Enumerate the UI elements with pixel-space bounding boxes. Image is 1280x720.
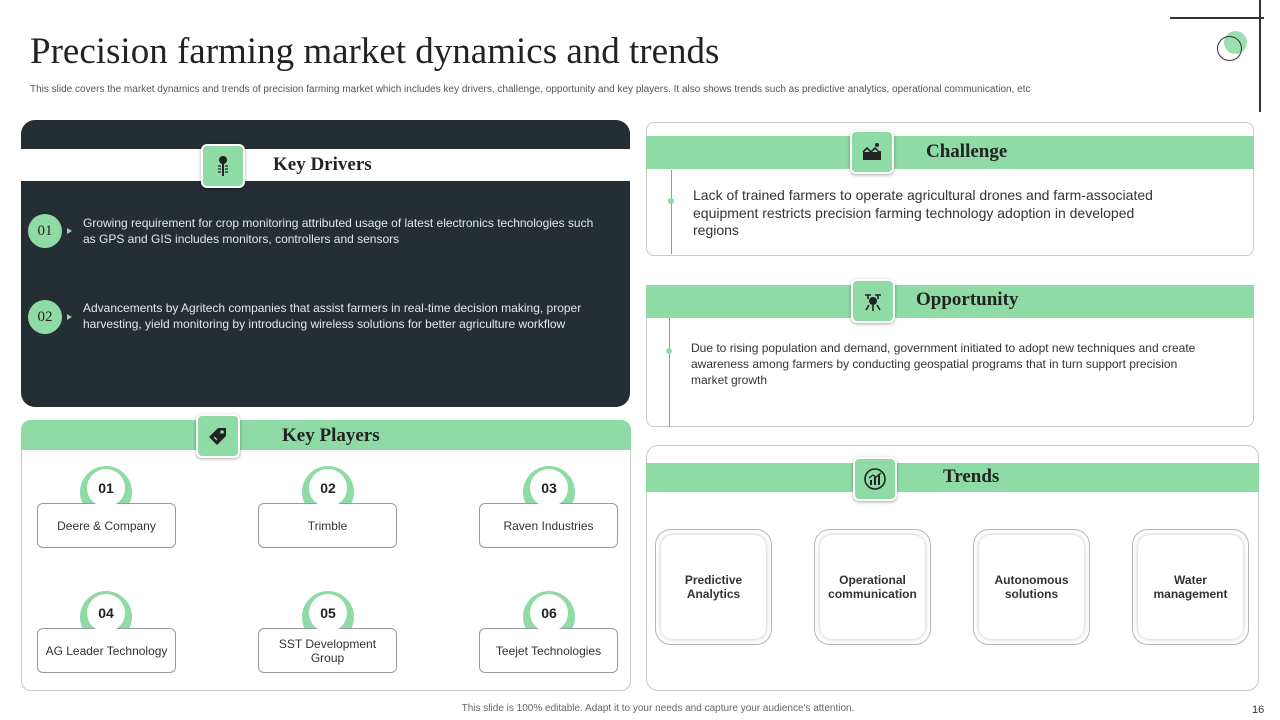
challenge-bullet xyxy=(668,198,674,204)
player-number: 03 xyxy=(530,469,568,507)
sensor-probe-icon xyxy=(201,144,245,188)
farm-fence-icon xyxy=(850,130,894,174)
corner-decoration-line xyxy=(1170,17,1264,19)
opportunity-text: Due to rising population and demand, gov… xyxy=(691,341,1196,387)
page-number: 16 xyxy=(1252,704,1265,716)
player-number: 02 xyxy=(309,469,347,507)
trends-title: Trends xyxy=(943,466,1000,487)
challenge-text: Lack of trained farmers to operate agric… xyxy=(693,187,1153,238)
opportunity-title: Opportunity xyxy=(916,289,1019,310)
corner-decoration-line xyxy=(1259,0,1261,112)
trend-label: Predictive Analytics xyxy=(661,535,766,639)
trend-card: Water management xyxy=(1132,529,1249,645)
driver-text: Advancements by Agritech companies that … xyxy=(83,301,582,331)
trend-card: Autonomous solutions xyxy=(973,529,1090,645)
key-players-title: Key Players xyxy=(282,425,380,446)
driver-arrow xyxy=(67,228,72,234)
challenge-title: Challenge xyxy=(926,141,1008,162)
trend-label: Water management xyxy=(1138,535,1243,639)
player-number: 05 xyxy=(309,594,347,632)
agri-drone-icon xyxy=(851,279,895,323)
driver-arrow xyxy=(67,314,72,320)
price-tag-icon xyxy=(196,414,240,458)
player-name: AG Leader Technology xyxy=(37,628,176,673)
trend-card: Predictive Analytics xyxy=(655,529,772,645)
challenge-divider xyxy=(671,170,672,254)
player-name: Trimble xyxy=(258,503,397,548)
driver-number-badge: 02 xyxy=(28,300,62,334)
driver-text: Growing requirement for crop monitoring … xyxy=(83,216,594,246)
footer-note: This slide is 100% editable. Adapt it to… xyxy=(461,703,855,714)
player-number: 01 xyxy=(87,469,125,507)
driver-number-badge: 01 xyxy=(28,214,62,248)
trend-card: Operational communication xyxy=(814,529,931,645)
growth-chart-icon xyxy=(853,457,897,501)
player-number: 06 xyxy=(530,594,568,632)
key-drivers-title: Key Drivers xyxy=(273,154,372,175)
page-title: Precision farming market dynamics and tr… xyxy=(30,31,720,72)
player-name: Teejet Technologies xyxy=(479,628,618,673)
corner-decoration-ring xyxy=(1217,36,1242,61)
player-name: SST Development Group xyxy=(258,628,397,673)
player-number: 04 xyxy=(87,594,125,632)
page-subtitle: This slide covers the market dynamics an… xyxy=(30,84,1031,95)
opportunity-bullet xyxy=(666,348,672,354)
player-name: Raven Industries xyxy=(479,503,618,548)
trend-label: Autonomous solutions xyxy=(979,535,1084,639)
opportunity-divider xyxy=(669,318,670,427)
trend-label: Operational communication xyxy=(820,535,925,639)
player-name: Deere & Company xyxy=(37,503,176,548)
